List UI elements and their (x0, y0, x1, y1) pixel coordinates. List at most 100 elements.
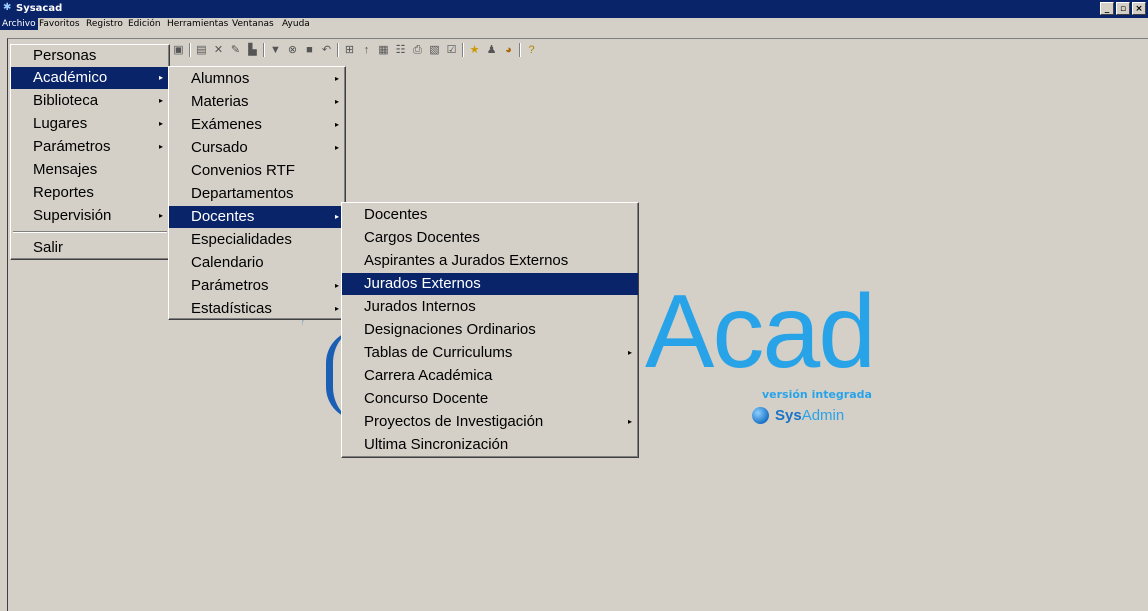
menu-item-label: Supervisión (33, 207, 112, 224)
submenu-arrow-icon: ▸ (334, 281, 339, 290)
menu-item-proyectos-investigacion[interactable]: Proyectos de Investigación ▸ (342, 411, 638, 433)
menu-item-label: Parámetros (191, 277, 269, 294)
menu-item-mensajes[interactable]: Mensajes (11, 159, 169, 181)
menu-item-jurados-externos[interactable]: Jurados Externos (342, 273, 638, 295)
cancel-icon[interactable]: ⊗ (286, 44, 299, 57)
menu-item-label: Designaciones Ordinarios (364, 321, 536, 338)
submenu-arrow-icon: ▸ (334, 97, 339, 106)
restore-button[interactable]: ▫ (1116, 2, 1130, 15)
menu-item-label: Convenios RTF (191, 162, 295, 179)
menu-item-ultima-sincronizacion[interactable]: Ultima Sincronización (342, 434, 638, 456)
preview-icon[interactable]: ▧ (428, 44, 441, 57)
menu-item-docentes-list[interactable]: Docentes (342, 204, 638, 226)
menu-item-estadisticas[interactable]: Estadísticas ▸ (169, 298, 345, 320)
menu-item-label: Estadísticas (191, 300, 272, 317)
up-icon[interactable]: ↑ (360, 44, 373, 57)
help-icon[interactable]: ? (525, 44, 538, 57)
menu-item-label: Docentes (364, 206, 428, 223)
menu-item-aspirantes-jurados[interactable]: Aspirantes a Jurados Externos (342, 250, 638, 272)
menu-item-label: Tablas de Curriculums (364, 344, 513, 361)
menu-item-biblioteca[interactable]: Biblioteca ▸ (11, 90, 169, 112)
menu-item-examenes[interactable]: Exámenes ▸ (169, 114, 345, 136)
star-icon[interactable]: ★ (468, 44, 481, 57)
academico-menu: Alumnos ▸ Materias ▸ Exámenes ▸ Cursado ▸ Co… (168, 66, 346, 320)
menu-item-alumnos[interactable]: Alumnos ▸ (169, 68, 345, 90)
toolbar-separator (263, 43, 265, 57)
clipboard-icon[interactable]: ▣ (172, 44, 185, 57)
menu-item-label: Jurados Externos (364, 275, 481, 292)
menu-item-cursado[interactable]: Cursado ▸ (169, 137, 345, 159)
menu-item-tablas-curriculums[interactable]: Tablas de Curriculums ▸ (342, 342, 638, 364)
logo-acad-text: Acad (645, 274, 876, 390)
menu-item-label: Jurados Internos (364, 298, 476, 315)
app-icon: ✱ (3, 2, 12, 13)
menu-herramientas[interactable]: Herramientas (165, 18, 230, 30)
menu-item-cargos-docentes[interactable]: Cargos Docentes (342, 227, 638, 249)
menu-item-label: Especialidades (191, 231, 292, 248)
submenu-arrow-icon: ▸ (334, 74, 339, 83)
menu-item-label: Calendario (191, 254, 264, 271)
tree-icon[interactable]: ⊞ (343, 44, 356, 57)
grid-icon[interactable]: ▦ (377, 44, 390, 57)
menu-bar: Archivo Favoritos Registro Edición Herra… (0, 18, 1148, 30)
menu-item-lugares[interactable]: Lugares ▸ (11, 113, 169, 135)
print-icon[interactable]: ⎙ (411, 44, 424, 57)
archivo-menu: Personas Académico ▸ Biblioteca ▸ Lugares ▸… (10, 44, 170, 260)
check-icon[interactable]: ☑ (445, 44, 458, 57)
filter-icon[interactable]: ▼ (269, 44, 282, 57)
menu-item-label: Salir (33, 239, 64, 256)
menu-edicion[interactable]: Edición (126, 18, 163, 30)
menu-item-calendario[interactable]: Calendario (169, 252, 345, 274)
minimize-button[interactable]: _ (1100, 2, 1114, 15)
menu-item-academico[interactable]: Académico ▸ (11, 67, 169, 89)
sysadmin-logo: SysAdmin (752, 402, 844, 428)
close-button[interactable]: × (1132, 2, 1146, 15)
window-controls: _ ▫ × (1100, 2, 1146, 15)
menu-item-salir[interactable]: Salir (11, 237, 169, 259)
menu-item-parametros-academico[interactable]: Parámetros ▸ (169, 275, 345, 297)
toolbar-separator (337, 43, 339, 57)
menu-item-label: Exámenes (191, 116, 262, 133)
logo-version-text: versión integrada (762, 388, 872, 401)
back-icon[interactable]: ↶ (320, 44, 333, 57)
edit-icon[interactable]: ✎ (229, 44, 242, 57)
menu-divider (13, 231, 167, 233)
submenu-arrow-icon: ▸ (627, 348, 632, 357)
menu-item-departamentos[interactable]: Departamentos (169, 183, 345, 205)
submenu-arrow-icon: ▸ (334, 143, 339, 152)
doc-icon[interactable]: ▤ (195, 44, 208, 57)
menu-item-jurados-internos[interactable]: Jurados Internos (342, 296, 638, 318)
users-icon[interactable]: ♟ (485, 44, 498, 57)
submenu-arrow-icon: ▸ (158, 73, 163, 82)
submenu-arrow-icon: ▸ (158, 211, 163, 220)
menu-item-supervision[interactable]: Supervisión ▸ (11, 205, 169, 227)
menu-item-docentes[interactable]: Docentes ▸ (169, 206, 345, 228)
submenu-arrow-icon: ▸ (334, 212, 339, 221)
menu-item-personas[interactable]: Personas (11, 45, 169, 67)
menu-item-label: Concurso Docente (364, 390, 489, 407)
menu-favoritos[interactable]: Favoritos (37, 18, 82, 30)
tools-icon[interactable]: ◕ (502, 44, 515, 57)
menu-ayuda[interactable]: Ayuda (280, 18, 312, 30)
title-bar: ✱ Sysacad _ ▫ × (0, 0, 1148, 18)
menu-item-reportes[interactable]: Reportes (11, 182, 169, 204)
menu-item-label: Ultima Sincronización (364, 436, 509, 453)
menu-item-designaciones-ordinarios[interactable]: Designaciones Ordinarios (342, 319, 638, 341)
menu-item-materias[interactable]: Materias ▸ (169, 91, 345, 113)
menu-item-parametros[interactable]: Parámetros ▸ (11, 136, 169, 158)
submenu-arrow-icon: ▸ (334, 304, 339, 313)
menu-item-concurso-docente[interactable]: Concurso Docente (342, 388, 638, 410)
save-icon[interactable]: ■ (303, 44, 316, 57)
menu-registro[interactable]: Registro (84, 18, 125, 30)
list-icon[interactable]: ☷ (394, 44, 407, 57)
globe-icon (752, 406, 769, 424)
menu-item-label: Reportes (33, 184, 94, 201)
chart-icon[interactable]: ▙ (246, 44, 259, 57)
menu-ventanas[interactable]: Ventanas (230, 18, 276, 30)
menu-item-especialidades[interactable]: Especialidades (169, 229, 345, 251)
menu-item-convenios-rtf[interactable]: Convenios RTF (169, 160, 345, 182)
submenu-arrow-icon: ▸ (334, 120, 339, 129)
menu-archivo[interactable]: Archivo (0, 18, 38, 30)
delete-icon[interactable]: ✕ (212, 44, 225, 57)
menu-item-carrera-academica[interactable]: Carrera Académica (342, 365, 638, 387)
